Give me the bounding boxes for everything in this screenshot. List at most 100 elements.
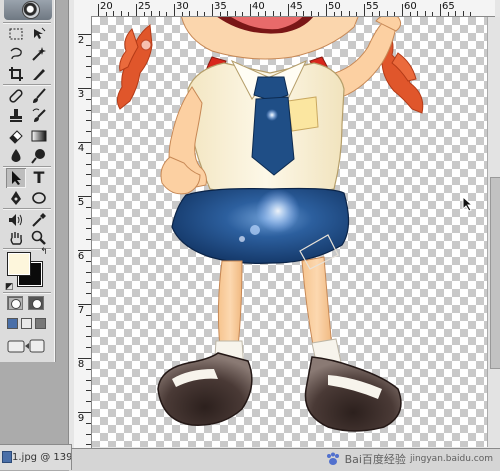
document-tab[interactable]: 1.jpg @ 139: [0, 444, 72, 470]
ruler-label: 20: [100, 1, 113, 12]
ruler-minor-tick: [295, 12, 297, 16]
ruler-minor-tick: [86, 347, 91, 349]
hand-icon[interactable]: [6, 228, 26, 248]
magic-wand-icon[interactable]: [29, 44, 49, 64]
crop-icon[interactable]: [6, 64, 26, 84]
clone-stamp-icon[interactable]: [6, 106, 26, 126]
ruler-origin[interactable]: [74, 0, 92, 17]
ruler-label: 25: [138, 1, 151, 12]
lasso-icon[interactable]: [6, 44, 26, 64]
ruler-minor-tick: [86, 314, 91, 316]
ruler-major-tick: [212, 4, 213, 16]
ruler-minor-tick: [86, 66, 91, 68]
history-brush-icon[interactable]: [29, 106, 49, 126]
ruler-minor-tick: [86, 228, 91, 230]
ruler-minor-tick: [280, 12, 282, 16]
ruler-minor-tick: [333, 12, 335, 16]
horizontal-ruler[interactable]: 20 25 30 35 40 45 50 55 60 65: [91, 0, 495, 17]
ruler-major-tick: [402, 4, 403, 16]
ruler-label: 55: [366, 1, 379, 12]
path-selection-icon[interactable]: [6, 168, 26, 188]
quick-mask-button[interactable]: [28, 296, 44, 310]
audio-notes-icon[interactable]: [6, 210, 26, 230]
slice-icon[interactable]: [29, 64, 49, 84]
ruler-major-tick: [326, 4, 327, 16]
ruler-minor-tick: [128, 12, 130, 16]
default-colors-icon[interactable]: ◩: [5, 283, 14, 292]
schoolgirl-illustration: [116, 17, 424, 432]
ruler-minor-tick: [348, 11, 350, 16]
standard-mode-button[interactable]: [7, 296, 23, 310]
palette-divider: [3, 208, 51, 209]
ruler-minor-tick: [86, 217, 91, 219]
ruler-minor-tick: [219, 12, 221, 16]
ruler-minor-tick: [86, 44, 91, 46]
document-tab-label: 1.jpg @ 139: [12, 452, 72, 463]
ruler-minor-tick: [409, 12, 411, 16]
ruler-minor-tick: [86, 325, 91, 327]
healing-brush-icon[interactable]: [6, 86, 26, 106]
ruler-label: 45: [290, 1, 303, 12]
ruler-minor-tick: [394, 12, 396, 16]
foreground-color-swatch[interactable]: [7, 252, 31, 276]
ruler-minor-tick: [356, 12, 358, 16]
eyedropper-icon[interactable]: [29, 210, 49, 230]
watermark-text: Bai百度经验: [344, 453, 406, 466]
mouse-cursor-icon: [462, 196, 474, 212]
palette-divider: [3, 166, 51, 167]
ruler-minor-tick: [166, 12, 168, 16]
gradient-icon[interactable]: [29, 126, 49, 146]
vertical-scrollbar[interactable]: [487, 17, 500, 447]
scrollbar-thumb[interactable]: [490, 177, 500, 369]
watermark-sub: jingyan.baidu.com: [409, 454, 493, 464]
ruler-major-tick: [136, 4, 137, 16]
watermark: Bai百度经验 jingyan.baidu.com: [325, 451, 493, 467]
ruler-minor-tick: [86, 422, 91, 424]
ruler-minor-tick: [86, 239, 91, 241]
ruler-minor-tick: [462, 11, 464, 16]
ruler-minor-tick: [310, 11, 312, 16]
swap-colors-icon[interactable]: ↰: [40, 248, 48, 257]
full-screen-menu-mode-button[interactable]: [21, 318, 32, 329]
ruler-minor-tick: [120, 11, 122, 16]
palette-divider: [3, 292, 51, 293]
pen-icon[interactable]: [6, 188, 26, 208]
eraser-icon[interactable]: [6, 126, 26, 146]
ruler-minor-tick: [86, 260, 91, 262]
ruler-minor-tick: [272, 11, 274, 16]
ruler-minor-tick: [371, 12, 373, 16]
zoom-icon[interactable]: [29, 228, 49, 248]
ruler-minor-tick: [86, 206, 91, 208]
ellipse-shape-icon[interactable]: [29, 188, 49, 208]
eye-logo-icon: [22, 1, 40, 19]
ruler-minor-tick: [86, 336, 91, 338]
full-screen-mode-button[interactable]: [35, 318, 46, 329]
ruler-minor-tick: [151, 11, 153, 16]
ruler-minor-tick: [379, 11, 381, 16]
left-pigtail: [116, 24, 153, 110]
ruler-label: 30: [176, 1, 189, 12]
palette-logo[interactable]: [4, 0, 52, 20]
ruler-major-tick: [440, 4, 441, 16]
type-icon[interactable]: T: [29, 168, 49, 188]
ruler-label: 35: [214, 1, 227, 12]
rect-marquee-icon[interactable]: [6, 24, 26, 44]
standard-screen-mode-button[interactable]: [7, 318, 18, 329]
ruler-major-tick: [174, 4, 175, 16]
ruler-minor-tick: [265, 11, 267, 16]
jump-to-imageready-icon[interactable]: [6, 336, 46, 356]
baidu-paw-icon: [326, 452, 339, 465]
ruler-minor-tick: [227, 11, 229, 16]
ruler-minor-tick: [86, 163, 91, 165]
brush-icon[interactable]: [29, 86, 49, 106]
blur-icon[interactable]: [6, 146, 26, 166]
ruler-minor-tick: [86, 401, 91, 403]
move-icon[interactable]: [29, 24, 49, 44]
status-bar: Bai百度经验 jingyan.baidu.com: [69, 448, 500, 471]
image-canvas[interactable]: [92, 17, 487, 447]
vertical-ruler[interactable]: 23456789: [74, 16, 92, 448]
ruler-minor-tick: [86, 185, 91, 187]
ruler-minor-tick: [417, 11, 419, 16]
dodge-icon[interactable]: [29, 146, 49, 166]
ruler-minor-tick: [86, 120, 91, 122]
